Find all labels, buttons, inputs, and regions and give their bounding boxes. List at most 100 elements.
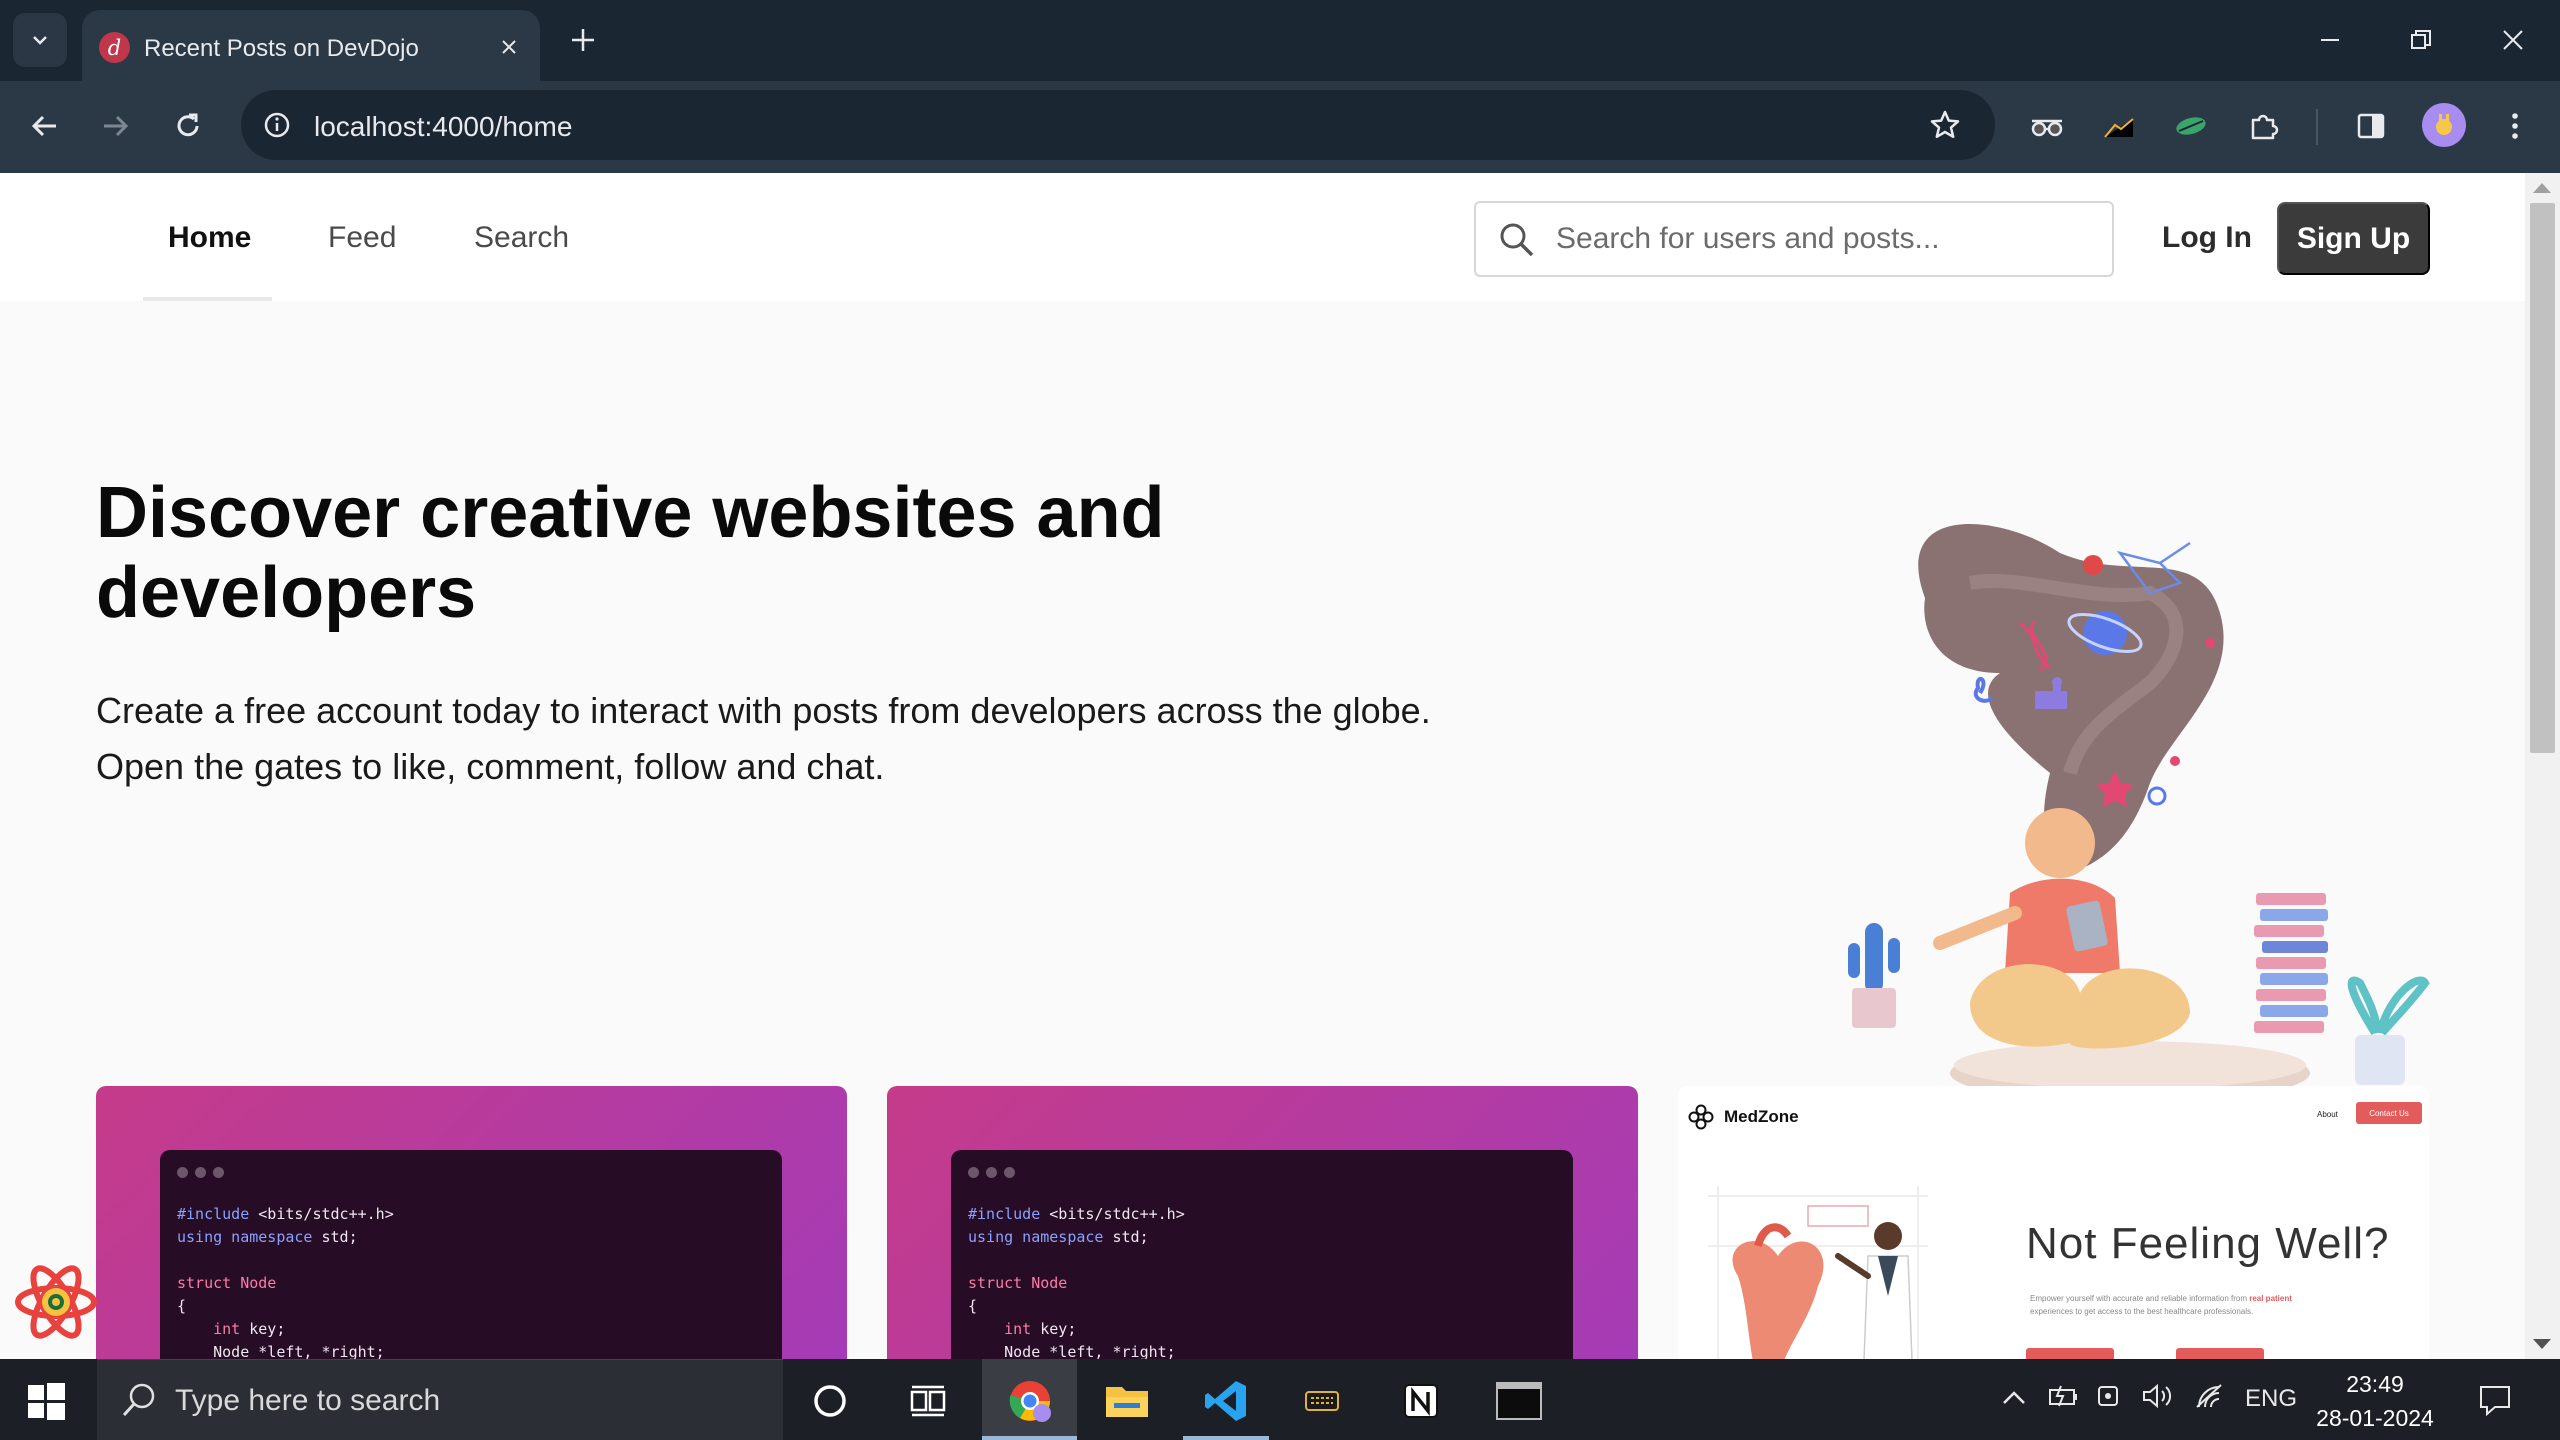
extension-dark-mode-icon[interactable] bbox=[2094, 101, 2144, 151]
search-icon bbox=[1500, 223, 1534, 257]
post-card-3[interactable]: MedZone About Contact Us Not Feeling Wel… bbox=[1678, 1086, 2429, 1359]
windows-start-icon[interactable] bbox=[22, 1377, 70, 1425]
arrow-right-icon bbox=[104, 115, 129, 137]
medzone-about-link: About bbox=[2317, 1110, 2338, 1119]
illustration-book-stack bbox=[2254, 893, 2328, 1033]
hero-description: Create a free account today to interact … bbox=[96, 690, 1431, 787]
medzone-logo: MedZone bbox=[1688, 1104, 1799, 1130]
medzone-primary-button bbox=[2026, 1348, 2114, 1359]
notifications-icon[interactable] bbox=[2477, 1383, 2513, 1417]
vscode-icon[interactable] bbox=[1196, 1371, 1256, 1431]
scroll-down-arrow[interactable] bbox=[2533, 1339, 2551, 1349]
chevron-down-icon bbox=[33, 36, 47, 45]
medzone-secondary-button bbox=[2176, 1348, 2264, 1359]
site-info-icon[interactable] bbox=[259, 107, 295, 143]
code-line: #include <bits/stdc++.h> bbox=[968, 1205, 1185, 1223]
medzone-contact-button: Contact Us bbox=[2356, 1102, 2422, 1124]
code-line: struct Node bbox=[968, 1274, 1068, 1292]
notion-icon[interactable] bbox=[1391, 1371, 1451, 1431]
meet-now-icon[interactable] bbox=[2095, 1381, 2125, 1411]
nav-feed-link[interactable]: Feed bbox=[328, 221, 396, 255]
hero-title: Discover creative websites and developer… bbox=[96, 473, 1165, 633]
post-card-2[interactable]: #include <bits/stdc++.h> using namespace… bbox=[887, 1086, 1638, 1359]
flower-logo-icon bbox=[1688, 1104, 1714, 1130]
restore-button[interactable] bbox=[2396, 15, 2446, 65]
illustration-cactus-arm bbox=[1848, 943, 1860, 978]
illustration-plant-leaves bbox=[2347, 976, 2430, 1036]
extension-leaf-icon[interactable] bbox=[2166, 101, 2216, 151]
wifi-icon[interactable] bbox=[2193, 1381, 2225, 1411]
post-card-1[interactable]: #include <bits/stdc++.h> using namespace… bbox=[96, 1086, 847, 1359]
new-tab-button[interactable] bbox=[563, 20, 603, 60]
site-search-input[interactable] bbox=[1556, 215, 2096, 263]
signup-button[interactable]: Sign Up bbox=[2277, 202, 2430, 275]
illustration-cactus-arm-2 bbox=[1888, 938, 1900, 973]
page-scrollbar[interactable] bbox=[2525, 173, 2560, 1359]
reload-button[interactable] bbox=[163, 101, 213, 151]
code-line: { bbox=[177, 1297, 187, 1315]
plus-icon bbox=[572, 29, 594, 51]
reload-icon bbox=[177, 113, 199, 137]
illustration-dot-2 bbox=[2170, 756, 2180, 766]
minimize-button[interactable] bbox=[2305, 15, 2355, 65]
code-line: int key; bbox=[968, 1320, 1077, 1338]
browser-tab-active[interactable]: d Recent Posts on DevDojo bbox=[82, 10, 540, 81]
code-line: { bbox=[968, 1297, 978, 1315]
system-clock[interactable]: 23:49 28-01-2024 bbox=[2300, 1367, 2450, 1435]
site-header: Home Feed Search Log In Sign Up bbox=[0, 173, 2525, 301]
clock-time: 23:49 bbox=[2346, 1371, 2404, 1397]
login-link[interactable]: Log In bbox=[2162, 221, 2252, 255]
terminal-icon[interactable] bbox=[1489, 1371, 1549, 1431]
medzone-brand: MedZone bbox=[1724, 1107, 1799, 1126]
illustration-floor-disc-top bbox=[1954, 1041, 2306, 1089]
close-window-button[interactable] bbox=[2488, 15, 2538, 65]
code-line: Node *left, *right; bbox=[177, 1343, 385, 1359]
browser-tab-strip: d Recent Posts on DevDojo bbox=[0, 0, 2560, 81]
bookmark-star-icon[interactable] bbox=[1925, 105, 1965, 145]
side-panel-icon[interactable] bbox=[2346, 101, 2396, 151]
forward-button[interactable] bbox=[90, 101, 140, 151]
toolbar-separator bbox=[2316, 109, 2318, 145]
page-viewport: Home Feed Search Log In Sign Up Discover… bbox=[0, 173, 2525, 1359]
address-bar[interactable]: localhost:4000/home bbox=[241, 90, 1995, 160]
minimize-icon bbox=[2321, 39, 2339, 41]
volume-icon[interactable] bbox=[2141, 1381, 2173, 1411]
scrollbar-thumb[interactable] bbox=[2530, 203, 2555, 753]
tab-title: Recent Posts on DevDojo bbox=[144, 35, 419, 62]
battery-icon[interactable] bbox=[2047, 1381, 2081, 1411]
site-search-box[interactable] bbox=[1474, 201, 2114, 277]
nav-search-link[interactable]: Search bbox=[474, 221, 569, 255]
code-window: #include <bits/stdc++.h> using namespace… bbox=[160, 1150, 782, 1359]
browser-menu-icon[interactable] bbox=[2490, 101, 2540, 151]
show-hidden-icons-icon[interactable] bbox=[2000, 1385, 2028, 1413]
illustration-arm bbox=[1933, 906, 2022, 950]
taskbar-search-box[interactable]: Type here to search bbox=[97, 1359, 783, 1440]
medzone-headline: Not Feeling Well? bbox=[2026, 1219, 2390, 1268]
tab-close-icon[interactable] bbox=[494, 32, 524, 62]
keyboard-app-icon[interactable] bbox=[1292, 1371, 1352, 1431]
chrome-taskbar-icon[interactable] bbox=[1000, 1371, 1060, 1431]
hero-illustration bbox=[1848, 524, 2430, 1103]
url-text[interactable]: localhost:4000/home bbox=[314, 111, 572, 143]
scroll-up-arrow[interactable] bbox=[2533, 183, 2551, 193]
illustration-plant-pot bbox=[2355, 1035, 2405, 1085]
code-window: #include <bits/stdc++.h> using namespace… bbox=[951, 1150, 1573, 1359]
tab-search-button[interactable] bbox=[13, 13, 67, 67]
back-button[interactable] bbox=[20, 101, 70, 151]
profile-avatar-icon[interactable] bbox=[2422, 103, 2466, 147]
task-view-icon[interactable] bbox=[897, 1371, 957, 1431]
chrome-running-indicator bbox=[982, 1436, 1077, 1440]
nav-home-link[interactable]: Home bbox=[168, 221, 251, 255]
devdojo-favicon-icon: d bbox=[99, 32, 130, 63]
code-line: #include <bits/stdc++.h> bbox=[177, 1205, 394, 1223]
language-indicator[interactable]: ENG bbox=[2245, 1385, 2297, 1413]
taskbar-search-placeholder: Type here to search bbox=[175, 1384, 441, 1417]
illustration-cactus bbox=[1865, 923, 1883, 993]
react-query-devtools-icon[interactable] bbox=[14, 1265, 98, 1339]
code-line: using namespace std; bbox=[177, 1228, 358, 1246]
clock-date: 28-01-2024 bbox=[2316, 1405, 2434, 1431]
file-explorer-icon[interactable] bbox=[1097, 1371, 1157, 1431]
extensions-puzzle-icon[interactable] bbox=[2238, 101, 2288, 151]
cortana-icon[interactable] bbox=[800, 1371, 860, 1431]
extension-glasses-icon[interactable] bbox=[2022, 101, 2072, 151]
